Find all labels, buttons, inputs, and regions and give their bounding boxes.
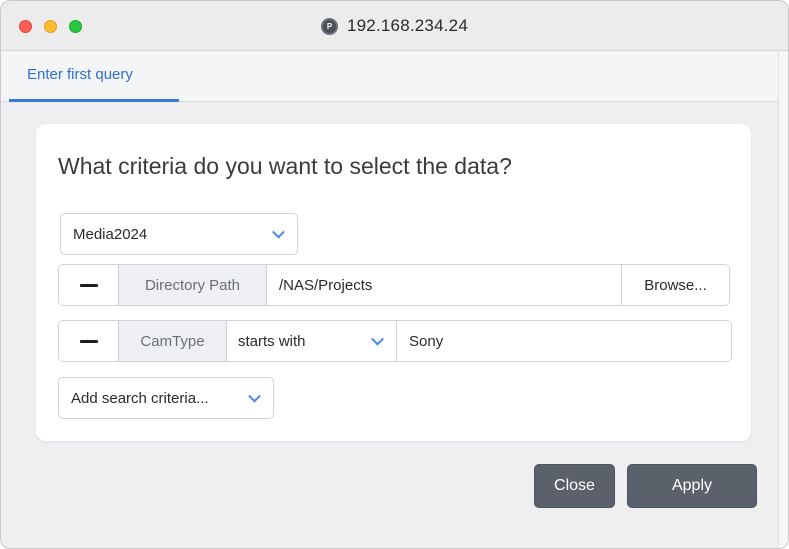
operator-select[interactable]: starts with	[227, 321, 397, 361]
remove-criteria-button[interactable]	[59, 265, 119, 305]
site-icon: P	[321, 17, 338, 35]
tab-strip: Enter first query	[1, 52, 780, 102]
query-card: What criteria do you want to select the …	[36, 124, 751, 441]
chevron-down-icon	[371, 332, 384, 346]
active-tab-indicator	[9, 99, 179, 102]
operator-select-value: starts with	[238, 332, 306, 350]
close-button[interactable]: Close	[534, 464, 615, 508]
chevron-down-icon	[272, 225, 285, 239]
window-title: 192.168.234.24	[347, 16, 468, 35]
chevron-down-icon	[248, 389, 261, 403]
browse-button[interactable]: Browse...	[622, 265, 729, 305]
minus-icon	[79, 339, 98, 343]
app-window: P 192.168.234.24 Enter first query What …	[0, 0, 789, 549]
criteria-label: CamType	[119, 321, 227, 361]
add-criteria-select-value: Add search criteria...	[71, 389, 209, 407]
title-bar: P 192.168.234.24	[1, 1, 788, 51]
add-criteria-select[interactable]: Add search criteria...	[58, 377, 274, 419]
database-select-value: Media2024	[73, 225, 148, 243]
tab-enter-first-query[interactable]: Enter first query	[9, 52, 179, 102]
minus-icon	[79, 283, 98, 287]
camtype-value-input[interactable]: Sony	[397, 321, 731, 361]
criteria-row-camtype: CamType starts with Sony	[58, 320, 732, 362]
scrollbar-track[interactable]	[778, 52, 788, 548]
directory-path-input[interactable]: /NAS/Projects	[267, 265, 622, 305]
remove-criteria-button[interactable]	[59, 321, 119, 361]
window-title-group: P 192.168.234.24	[1, 1, 788, 51]
query-question: What criteria do you want to select the …	[58, 153, 512, 179]
criteria-label: Directory Path	[119, 265, 267, 305]
criteria-row-directory: Directory Path /NAS/Projects Browse...	[58, 264, 730, 306]
apply-button[interactable]: Apply	[627, 464, 757, 508]
database-select[interactable]: Media2024	[60, 213, 298, 255]
